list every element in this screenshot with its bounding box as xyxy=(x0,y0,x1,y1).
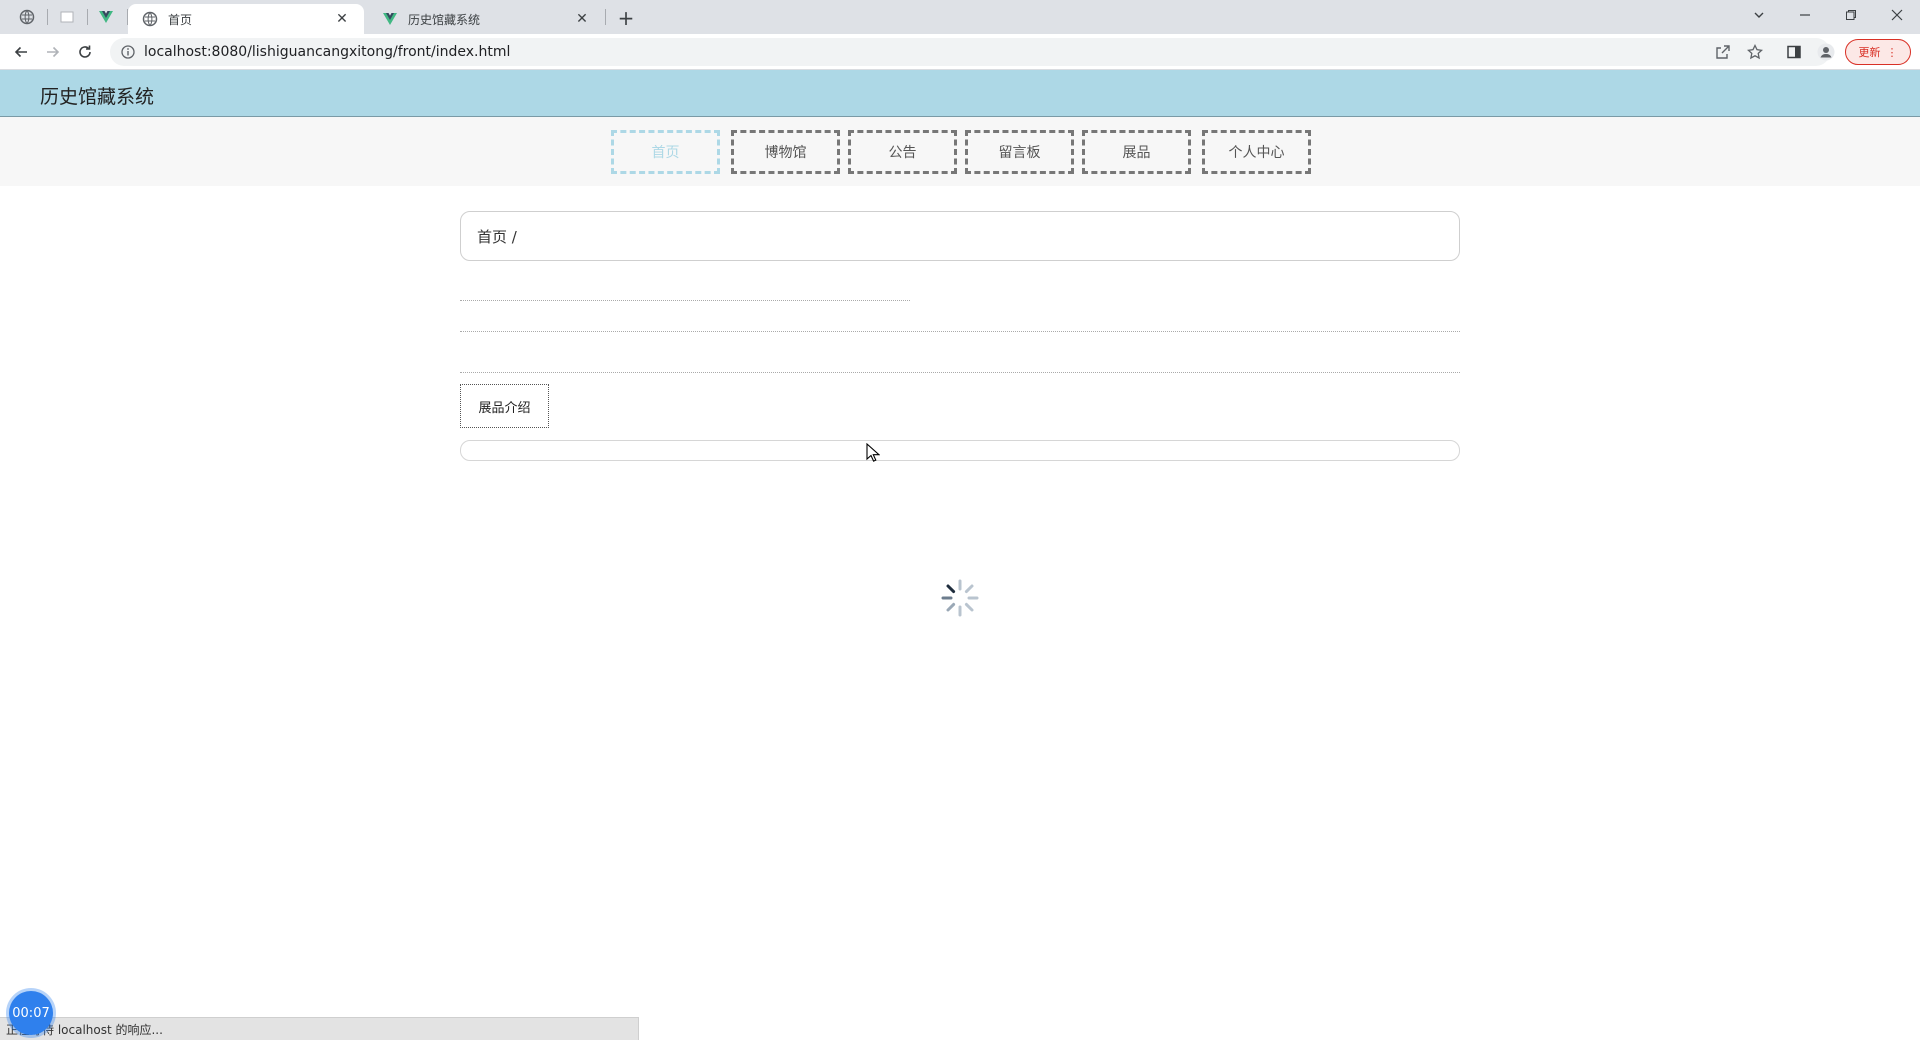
share-icon[interactable] xyxy=(1711,40,1735,64)
main-nav: 首页 博物馆 公告 留言板 展品 个人中心 xyxy=(0,117,1920,186)
browser-toolbar: localhost:8080/lishiguancangxitong/front… xyxy=(0,34,1920,70)
kebab-menu-icon: ⋮ xyxy=(1886,45,1898,59)
back-arrow-icon[interactable] xyxy=(9,40,33,64)
divider xyxy=(460,331,1460,332)
minimize-icon[interactable] xyxy=(1782,0,1828,30)
breadcrumb: 首页 / xyxy=(460,211,1460,261)
close-icon[interactable]: ✕ xyxy=(574,11,590,27)
breadcrumb-text: 首页 / xyxy=(477,227,517,246)
page-icon xyxy=(60,11,74,23)
tab-separator xyxy=(47,9,48,25)
update-button[interactable]: 更新 ⋮ xyxy=(1845,39,1911,65)
tab-title: 首页 xyxy=(168,12,193,27)
globe-icon xyxy=(19,9,35,25)
divider xyxy=(460,300,910,301)
profile-avatar-icon[interactable] xyxy=(1814,40,1838,64)
divider xyxy=(460,372,1460,373)
tab-system[interactable]: 历史馆藏系统 ✕ xyxy=(368,4,604,34)
url-text: localhost:8080/lishiguancangxitong/front… xyxy=(144,44,511,60)
loading-spinner-icon xyxy=(941,579,979,617)
pinned-tab-globe[interactable] xyxy=(9,5,45,29)
vue-logo-icon xyxy=(99,11,113,23)
bookmark-star-icon[interactable] xyxy=(1743,40,1767,64)
content-container xyxy=(460,440,1460,461)
forward-arrow-icon[interactable] xyxy=(41,40,65,64)
nav-item-message-board[interactable]: 留言板 xyxy=(965,130,1074,174)
site-title: 历史馆藏系统 xyxy=(40,86,155,108)
tab-search-chevron-icon[interactable] xyxy=(1736,0,1782,30)
site-header: 历史馆藏系统 xyxy=(0,70,1920,117)
new-tab-button[interactable]: + xyxy=(614,6,638,30)
pinned-tab-blank[interactable] xyxy=(49,5,85,29)
browser-tab-strip: 首页 ✕ 历史馆藏系统 ✕ + xyxy=(0,0,1920,34)
pinned-tab-vue[interactable] xyxy=(88,5,124,29)
restore-icon[interactable] xyxy=(1828,0,1874,30)
reload-icon[interactable] xyxy=(73,40,97,64)
address-bar[interactable]: localhost:8080/lishiguancangxitong/front… xyxy=(110,38,1830,66)
vue-logo-icon xyxy=(382,11,398,27)
nav-item-home[interactable]: 首页 xyxy=(611,130,720,174)
close-window-icon[interactable] xyxy=(1874,0,1920,30)
exhibit-intro-button[interactable]: 展品介绍 xyxy=(460,384,549,428)
update-label: 更新 xyxy=(1858,46,1881,59)
browser-status-bar: 正在等待 localhost 的响应... xyxy=(0,1017,639,1040)
tab-separator xyxy=(605,9,606,25)
nav-item-exhibits[interactable]: 展品 xyxy=(1082,130,1191,174)
info-icon[interactable] xyxy=(120,44,136,60)
nav-item-museum[interactable]: 博物馆 xyxy=(731,130,840,174)
tab-title: 历史馆藏系统 xyxy=(408,12,481,27)
nav-item-announcements[interactable]: 公告 xyxy=(848,130,957,174)
close-icon[interactable]: ✕ xyxy=(334,11,350,27)
nav-item-user-center[interactable]: 个人中心 xyxy=(1202,130,1311,174)
tab-home[interactable]: 首页 ✕ xyxy=(128,4,364,34)
recording-timer-badge[interactable]: 00:07 xyxy=(9,991,53,1035)
mouse-cursor-icon xyxy=(866,443,880,462)
globe-icon xyxy=(142,11,158,27)
side-panel-icon[interactable] xyxy=(1782,40,1806,64)
